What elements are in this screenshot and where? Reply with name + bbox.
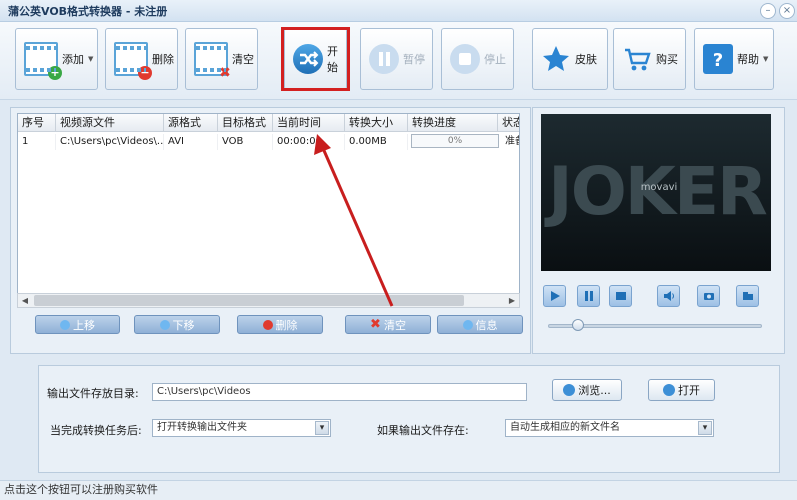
browse-button[interactable]: 浏览... bbox=[552, 379, 622, 401]
open-button[interactable]: 打开 bbox=[648, 379, 715, 401]
pause-icon bbox=[369, 44, 399, 74]
stop-button[interactable]: 停止 bbox=[441, 28, 514, 90]
snapshot-button[interactable] bbox=[697, 285, 720, 307]
svg-text:?: ? bbox=[713, 50, 723, 71]
snapshot-icon bbox=[703, 293, 714, 300]
row-index: 1 bbox=[18, 134, 56, 150]
dropdown-arrow-icon[interactable]: ▼ bbox=[763, 55, 768, 63]
column-header-src-format[interactable]: 源格式 bbox=[164, 114, 218, 132]
move-up-button[interactable]: 上移 bbox=[35, 315, 120, 334]
film-delete-icon: − bbox=[114, 42, 152, 80]
row-progress-bar: 0% bbox=[411, 134, 499, 148]
delete-icon bbox=[262, 319, 273, 330]
help-label: 帮助 bbox=[737, 53, 759, 66]
column-header-progress[interactable]: 转换进度 bbox=[408, 114, 498, 132]
info-button[interactable]: 信息 bbox=[437, 315, 523, 334]
horizontal-scrollbar[interactable]: ◀ ▶ bbox=[17, 293, 520, 308]
help-icon: ? bbox=[703, 44, 733, 74]
row-src-format: AVI bbox=[164, 134, 218, 150]
list-clear-label: 清空 bbox=[383, 318, 406, 332]
move-down-button[interactable]: 下移 bbox=[134, 315, 220, 334]
skin-label: 皮肤 bbox=[575, 53, 597, 66]
help-button[interactable]: ? 帮助 ▼ bbox=[694, 28, 774, 90]
file-table[interactable]: 序号 视频源文件 源格式 目标格式 当前时间 转换大小 转换进度 状态 1 C:… bbox=[17, 113, 520, 308]
move-down-label: 下移 bbox=[172, 318, 195, 332]
info-icon bbox=[462, 319, 473, 330]
minimize-button[interactable]: – bbox=[760, 3, 776, 19]
output-dir-field[interactable]: C:\Users\pc\Videos bbox=[152, 383, 527, 401]
column-header-index[interactable]: 序号 bbox=[18, 114, 56, 132]
buy-label: 购买 bbox=[656, 53, 678, 66]
play-icon bbox=[550, 291, 560, 301]
file-exists-select[interactable]: 自动生成相应的新文件名 bbox=[505, 419, 714, 437]
film-add-icon: + bbox=[24, 42, 62, 80]
after-convert-select[interactable]: 打开转换输出文件夹 bbox=[152, 419, 331, 437]
scroll-right-icon[interactable]: ▶ bbox=[505, 294, 519, 307]
down-arrow-icon bbox=[159, 319, 170, 330]
after-convert-label: 当完成转换任务后: bbox=[50, 424, 142, 437]
star-icon bbox=[541, 44, 571, 74]
delete-button[interactable]: − 删除 bbox=[105, 28, 178, 90]
add-button[interactable]: + 添加 ▼ bbox=[15, 28, 98, 90]
stop-label: 停止 bbox=[484, 53, 506, 66]
list-delete-button[interactable]: 删除 bbox=[237, 315, 323, 334]
cart-icon bbox=[622, 44, 652, 74]
scroll-left-icon[interactable]: ◀ bbox=[18, 294, 32, 307]
folder-icon bbox=[742, 292, 753, 300]
skin-button[interactable]: 皮肤 bbox=[532, 28, 608, 90]
row-size: 0.00MB bbox=[345, 134, 408, 150]
column-header-size[interactable]: 转换大小 bbox=[345, 114, 408, 132]
row-target-format: VOB bbox=[218, 134, 273, 150]
video-preview: JOKER movavi bbox=[541, 114, 771, 271]
preview-stop-button[interactable] bbox=[609, 285, 632, 307]
column-header-status[interactable]: 状态 bbox=[498, 114, 519, 132]
dropdown-arrow-icon[interactable]: ▼ bbox=[88, 55, 93, 63]
stop-icon bbox=[450, 44, 480, 74]
column-header-target-format[interactable]: 目标格式 bbox=[218, 114, 273, 132]
seek-slider-knob[interactable] bbox=[571, 319, 584, 331]
buy-button[interactable]: 购买 bbox=[613, 28, 686, 90]
open-icon bbox=[663, 384, 675, 396]
pause-label: 暂停 bbox=[403, 53, 425, 66]
stop-icon bbox=[615, 292, 626, 300]
row-status: 准备 bbox=[501, 134, 519, 150]
volume-icon bbox=[663, 291, 674, 301]
start-button-highlight-box bbox=[281, 27, 350, 91]
status-bar[interactable]: 点击这个按钮可以注册购买软件 bbox=[0, 480, 797, 500]
delete-label: 删除 bbox=[152, 53, 174, 66]
open-folder-button[interactable] bbox=[736, 285, 759, 307]
volume-button[interactable] bbox=[657, 285, 680, 307]
move-up-label: 上移 bbox=[73, 318, 95, 332]
column-header-source[interactable]: 视频源文件 bbox=[56, 114, 164, 132]
column-header-current-time[interactable]: 当前时间 bbox=[273, 114, 345, 132]
clear-x-icon: ✖ bbox=[370, 317, 381, 332]
up-arrow-icon bbox=[60, 319, 70, 330]
window-title: 蒲公英VOB格式转换器 - 未注册 bbox=[8, 5, 168, 18]
pause-icon bbox=[584, 291, 593, 301]
row-source: C:\Users\pc\Videos\... bbox=[56, 134, 164, 150]
info-label: 信息 bbox=[475, 318, 498, 332]
list-clear-button[interactable]: ✖ 清空 bbox=[345, 315, 431, 334]
file-exists-label: 如果输出文件存在: bbox=[377, 424, 469, 437]
preview-pause-button[interactable] bbox=[577, 285, 600, 307]
browse-label: 浏览... bbox=[578, 384, 611, 397]
row-current-time: 00:00:00 bbox=[273, 134, 345, 150]
clear-label: 清空 bbox=[232, 53, 254, 66]
play-button[interactable] bbox=[543, 285, 566, 307]
video-watermark: movavi bbox=[641, 182, 678, 193]
pause-button[interactable]: 暂停 bbox=[360, 28, 433, 90]
close-button[interactable]: × bbox=[779, 3, 795, 19]
film-clear-icon: ✖ bbox=[194, 42, 231, 80]
clear-button[interactable]: ✖ 清空 bbox=[185, 28, 258, 90]
browse-icon bbox=[563, 384, 576, 396]
list-delete-label: 删除 bbox=[275, 318, 298, 332]
scrollbar-thumb[interactable] bbox=[34, 295, 464, 306]
add-label: 添加 bbox=[62, 53, 84, 66]
open-label: 打开 bbox=[678, 384, 700, 397]
output-dir-label: 输出文件存放目录: bbox=[47, 387, 139, 400]
